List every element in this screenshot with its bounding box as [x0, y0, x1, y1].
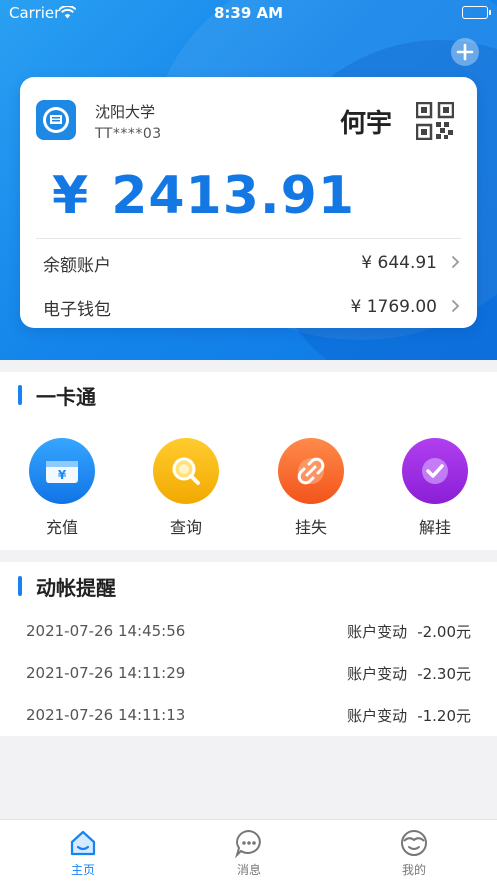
unfreeze-label: 解挂 — [418, 518, 451, 537]
message-icon — [234, 828, 264, 859]
status-bar: Carrier 8:39 AM — [0, 0, 497, 26]
list-item[interactable]: 2021-07-26 14:45:56 账户变动 -2.00元 — [26, 619, 471, 643]
home-icon — [68, 828, 98, 858]
plus-icon — [456, 43, 474, 61]
campus-card[interactable]: 沈阳大学 TT****03 何宇 ¥2413.91 余额账户 ¥ 644.91 … — [20, 77, 477, 328]
transaction-datetime: 2021-07-26 14:11:13 — [26, 706, 186, 724]
total-balance: ¥2413.91 — [52, 166, 355, 226]
one-card-section: 一卡通 ¥ 充值 查询 挂失 解挂 — [0, 372, 497, 550]
transaction-type: 账户变动 — [347, 664, 408, 683]
tab-home[interactable]: 主页 — [43, 828, 123, 878]
activity-section: 动帐提醒 2021-07-26 14:45:56 账户变动 -2.00元 202… — [0, 562, 497, 736]
school-logo — [36, 100, 76, 140]
section-marker — [18, 385, 22, 405]
recharge-label: 充值 — [45, 518, 78, 537]
tab-messages[interactable]: 消息 — [209, 828, 289, 878]
section-title-text: 一卡通 — [36, 384, 96, 409]
currency-symbol: ¥ — [52, 166, 90, 226]
battery-icon — [462, 6, 491, 19]
section-title-text: 动帐提醒 — [36, 575, 116, 600]
tab-label: 主页 — [70, 863, 95, 877]
chevron-right-icon — [451, 253, 461, 274]
report-loss-label: 挂失 — [294, 518, 327, 537]
query-button[interactable]: 查询 — [146, 438, 226, 538]
transaction-amount: -2.00元 — [417, 622, 471, 641]
recharge-button[interactable]: ¥ 充值 — [22, 438, 102, 538]
section-title: 一卡通 — [18, 382, 96, 409]
list-item[interactable]: 2021-07-26 14:11:13 账户变动 -1.20元 — [26, 703, 471, 727]
total-balance-value: 2413.91 — [111, 166, 356, 226]
account-row-balance[interactable]: 余额账户 ¥ 644.91 — [43, 243, 461, 283]
query-label: 查询 — [169, 518, 202, 537]
link-icon — [278, 438, 344, 504]
list-item[interactable]: 2021-07-26 14:11:29 账户变动 -2.30元 — [26, 661, 471, 685]
tab-label: 我的 — [401, 863, 426, 877]
transaction-datetime: 2021-07-26 14:45:56 — [26, 622, 186, 640]
transaction-type: 账户变动 — [347, 706, 408, 725]
account-row-ewallet[interactable]: 电子钱包 ¥ 1769.00 — [43, 287, 461, 327]
qr-code-icon[interactable] — [415, 101, 455, 141]
section-title: 动帐提醒 — [18, 573, 116, 600]
account-amount: ¥ 644.91 — [361, 253, 437, 273]
tab-profile[interactable]: 我的 — [374, 828, 454, 878]
status-time: 8:39 AM — [213, 4, 284, 22]
card-id: TT****03 — [95, 126, 162, 142]
school-name: 沈阳大学 — [95, 103, 156, 121]
account-amount: ¥ 1769.00 — [350, 297, 437, 317]
check-icon — [402, 438, 468, 504]
transaction-amount: -1.20元 — [417, 706, 471, 725]
divider — [36, 238, 461, 239]
profile-icon — [399, 828, 429, 858]
svg-text:¥: ¥ — [58, 468, 67, 482]
search-icon — [153, 438, 219, 504]
tab-label: 消息 — [236, 863, 261, 877]
transaction-amount: -2.30元 — [417, 664, 471, 683]
recharge-icon: ¥ — [29, 438, 95, 504]
transaction-datetime: 2021-07-26 14:11:29 — [26, 664, 186, 682]
tab-bar: 主页 消息 我的 — [0, 819, 497, 883]
section-marker — [18, 576, 22, 596]
report-loss-button[interactable]: 挂失 — [271, 438, 351, 538]
unfreeze-button[interactable]: 解挂 — [395, 438, 475, 538]
chevron-right-icon — [451, 297, 461, 318]
transaction-type: 账户变动 — [347, 622, 408, 641]
add-button[interactable] — [451, 38, 479, 66]
account-label: 余额账户 — [43, 255, 111, 276]
account-label: 电子钱包 — [43, 299, 111, 320]
holder-name: 何宇 — [340, 109, 393, 139]
